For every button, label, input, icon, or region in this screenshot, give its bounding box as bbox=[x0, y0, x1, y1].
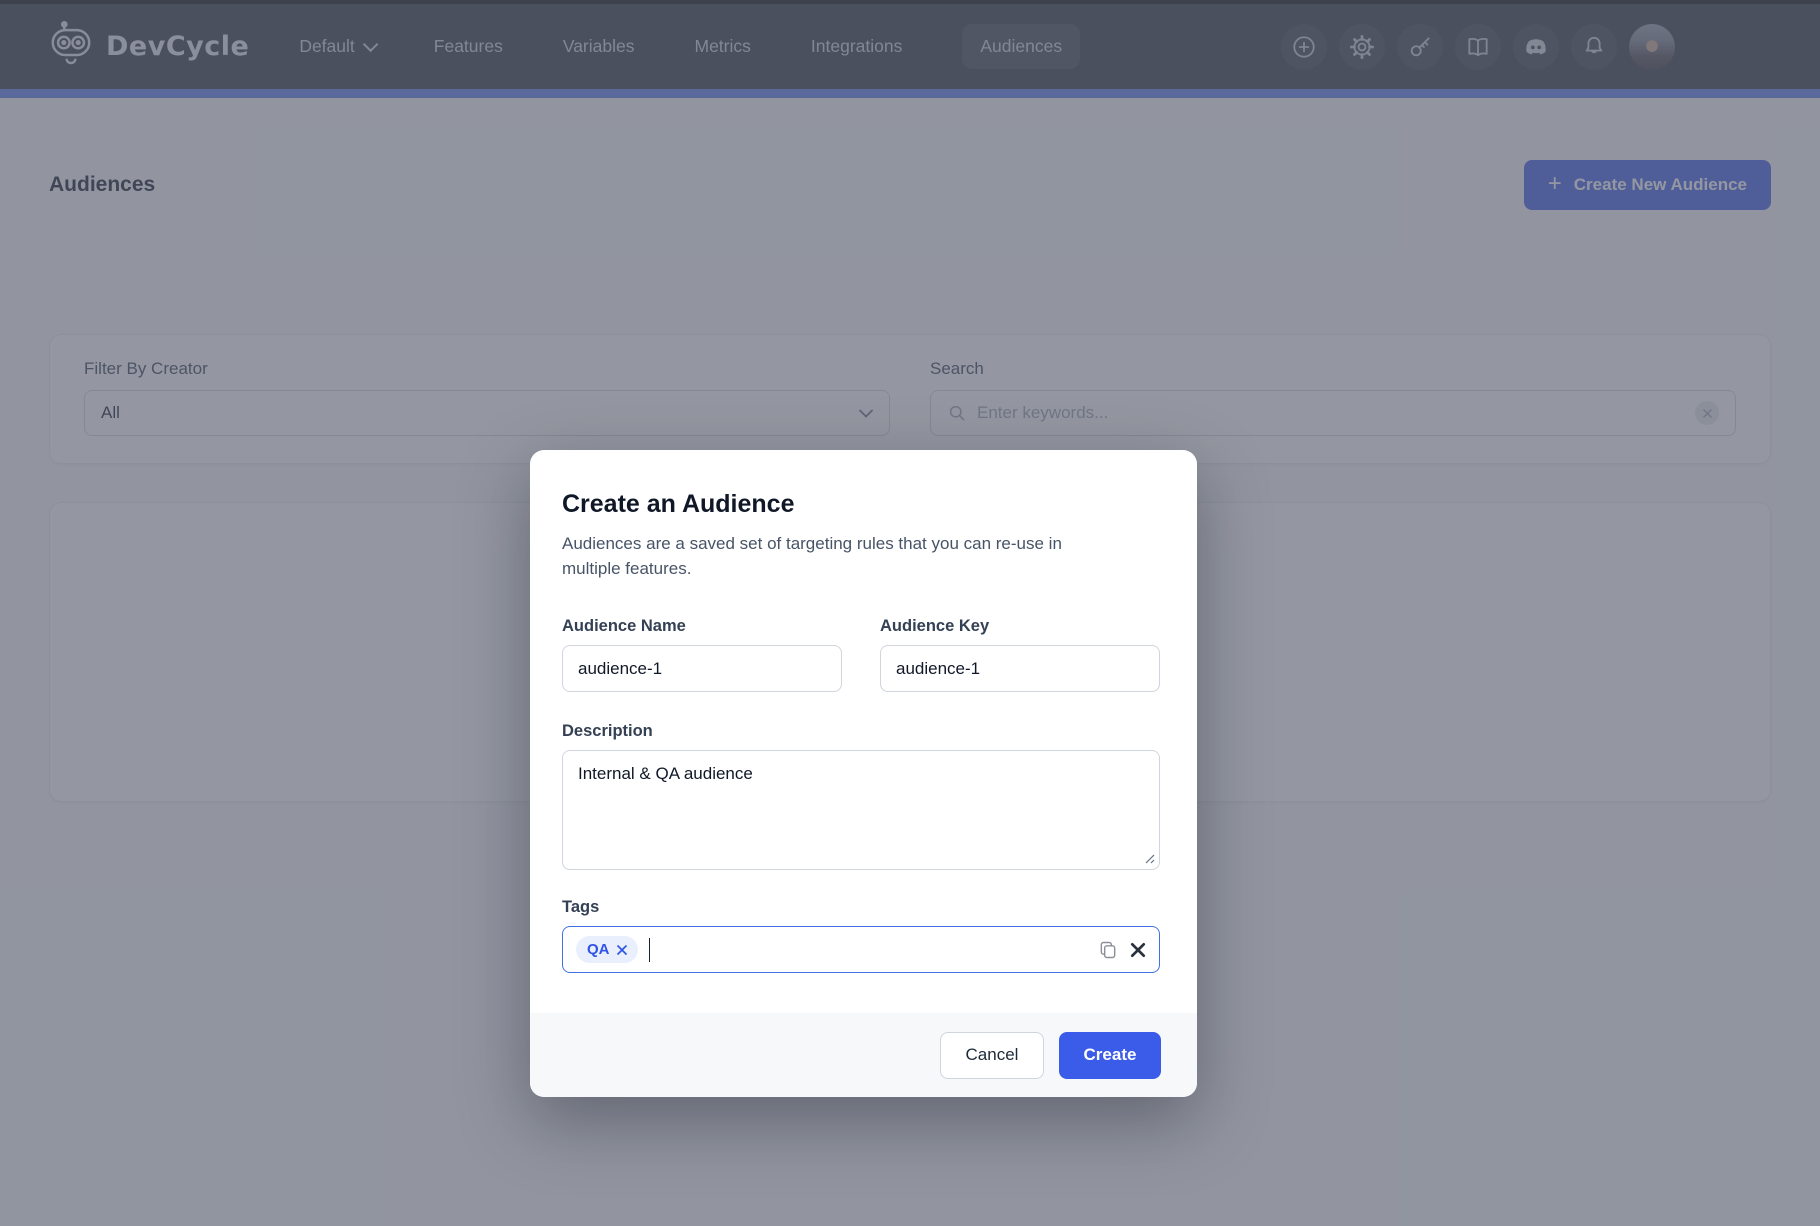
modal-footer: Cancel Create bbox=[530, 1013, 1197, 1097]
tags-group: Tags QA bbox=[562, 898, 1163, 973]
close-icon bbox=[617, 945, 627, 955]
audience-name-label: Audience Name bbox=[562, 617, 842, 636]
tag-chip-label: QA bbox=[587, 941, 610, 958]
audience-key-label: Audience Key bbox=[880, 617, 1160, 636]
audience-key-input[interactable] bbox=[880, 645, 1160, 692]
create-audience-modal: Create an Audience Audiences are a saved… bbox=[530, 450, 1197, 1097]
resize-handle[interactable] bbox=[1144, 853, 1155, 864]
modal-title: Create an Audience bbox=[562, 490, 1163, 519]
description-label: Description bbox=[562, 722, 1163, 741]
cancel-button[interactable]: Cancel bbox=[940, 1032, 1044, 1079]
audience-name-group: Audience Name bbox=[562, 617, 842, 692]
clear-tags-icon[interactable] bbox=[1130, 942, 1146, 958]
create-button[interactable]: Create bbox=[1059, 1032, 1161, 1079]
tags-input[interactable]: QA bbox=[562, 926, 1160, 973]
tags-label: Tags bbox=[562, 898, 1163, 917]
description-group: Description Internal & QA audience bbox=[562, 722, 1163, 870]
tag-chip-qa: QA bbox=[576, 936, 638, 963]
audience-name-input[interactable] bbox=[562, 645, 842, 692]
copy-icon[interactable] bbox=[1098, 940, 1118, 960]
description-textarea[interactable]: Internal & QA audience bbox=[562, 750, 1160, 870]
audience-key-group: Audience Key bbox=[880, 617, 1160, 692]
remove-tag-button[interactable] bbox=[617, 945, 627, 955]
modal-subtitle: Audiences are a saved set of targeting r… bbox=[562, 532, 1102, 581]
text-cursor bbox=[649, 938, 651, 962]
